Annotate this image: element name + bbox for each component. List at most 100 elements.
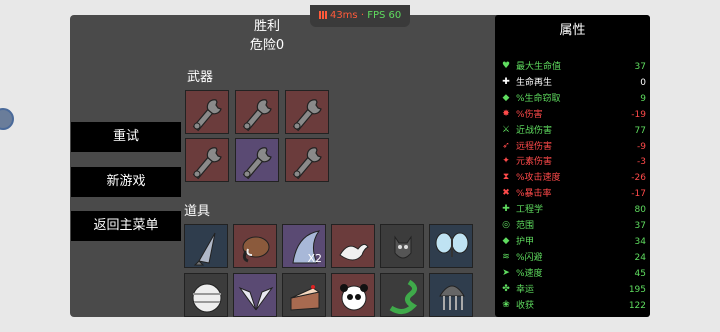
- stat-row: ⚔ 近战伤害 77: [501, 124, 646, 138]
- item-slot[interactable]: [331, 224, 375, 268]
- wrench-icon: [192, 147, 222, 180]
- ranged-icon: ➶: [502, 140, 510, 151]
- stat-value: 195: [628, 284, 646, 295]
- stat-name: %暴击率: [516, 189, 552, 200]
- item-slot[interactable]: [429, 273, 473, 317]
- wrench-icon: [242, 147, 272, 180]
- weapon-slot[interactable]: [185, 90, 229, 134]
- wings-icon: [238, 286, 274, 311]
- item-slot[interactable]: [380, 273, 424, 317]
- stat-name: 护甲: [516, 236, 535, 247]
- weapon-slot[interactable]: [285, 90, 329, 134]
- heart-icon: ♥: [501, 61, 511, 71]
- stat-value: 37: [634, 221, 646, 231]
- elemental-icon: ✦: [502, 156, 510, 167]
- melee-icon: ⚔: [501, 124, 511, 135]
- cake-icon: [290, 285, 321, 311]
- stat-name: %闪避: [516, 252, 543, 263]
- stat-name: 收获: [516, 300, 535, 311]
- stat-name: %伤害: [516, 109, 543, 120]
- range-icon: ◎: [502, 220, 510, 230]
- stat-value: 34: [634, 236, 646, 247]
- stat-row: ✤ 幸运 195: [501, 283, 646, 297]
- stat-row: ⧗ %攻击速度 -26: [501, 171, 646, 185]
- stat-row: ✚ 工程学 80: [501, 203, 646, 217]
- lifesteal-icon: ◆: [502, 92, 510, 103]
- wrench-icon: [242, 99, 272, 132]
- crit-icon: ✖: [502, 188, 510, 199]
- item-slot[interactable]: [282, 273, 326, 317]
- item-slot[interactable]: [380, 224, 424, 268]
- stat-name: 最大生命值: [516, 62, 562, 72]
- weapon-slot[interactable]: [235, 138, 279, 182]
- rocket-icon: [193, 232, 216, 266]
- stat-row: ✖ %暴击率 -17: [501, 187, 646, 201]
- wrench-icon: [292, 99, 322, 132]
- stat-row: ➶ 远程伤害 -9: [501, 140, 646, 154]
- stat-value: 0: [640, 77, 646, 88]
- weapon-slot[interactable]: [185, 138, 229, 182]
- luck-icon: ✤: [502, 283, 510, 294]
- stat-row: ❀ 收获 122: [501, 299, 646, 313]
- stat-name: 近战伤害: [516, 125, 553, 136]
- stat-row: ✚ 生命再生 0: [501, 76, 646, 90]
- stat-row: ✸ %伤害 -19: [501, 108, 646, 122]
- stat-name: 工程学: [516, 205, 544, 216]
- stat-row: ♥ 最大生命值 37: [501, 60, 646, 74]
- cat-icon: [394, 235, 412, 259]
- fps-text: FPS 60: [367, 10, 402, 21]
- item-slot[interactable]: X2: [282, 224, 326, 268]
- weapon-slot[interactable]: [235, 90, 279, 134]
- perf-separator: ·: [357, 10, 368, 21]
- main-menu-button[interactable]: 返回主菜单: [71, 211, 181, 241]
- regen-icon: ✚: [502, 76, 510, 87]
- stat-value: 9: [640, 93, 646, 104]
- stat-row: ◆ 护甲 34: [501, 235, 646, 249]
- stat-value: -3: [637, 157, 646, 168]
- weapon-slot[interactable]: [285, 138, 329, 182]
- stat-row: ✦ 元素伤害 -3: [501, 155, 646, 169]
- item-slot[interactable]: [233, 224, 277, 268]
- stat-value: -9: [637, 141, 646, 152]
- armor-icon: ◆: [502, 235, 510, 246]
- item-slot[interactable]: [233, 273, 277, 317]
- damage-icon: ✸: [502, 108, 510, 119]
- stat-value: -19: [631, 109, 646, 120]
- retry-button[interactable]: 重试: [71, 122, 181, 152]
- speed-icon: ➤: [502, 267, 510, 278]
- stat-name: 幸运: [516, 284, 535, 295]
- mammoth-icon: [242, 236, 270, 263]
- stat-value: -17: [631, 189, 646, 200]
- stat-name: %生命窃取: [516, 93, 561, 104]
- stat-name: 范围: [516, 221, 535, 231]
- item-slot[interactable]: [184, 224, 228, 268]
- butterfly-icon: [435, 232, 469, 257]
- item-slot[interactable]: [331, 273, 375, 317]
- attack-speed-icon: ⧗: [502, 172, 510, 183]
- stat-value: 122: [628, 300, 646, 311]
- stat-name: %攻击速度: [516, 173, 561, 184]
- new-game-button[interactable]: 新游戏: [71, 167, 181, 197]
- wrench-icon: [192, 99, 222, 132]
- stat-row: ◆ %生命窃取 9: [501, 92, 646, 106]
- items-label: 道具: [184, 204, 211, 219]
- item-slot[interactable]: [429, 224, 473, 268]
- stat-row: ➤ %速度 45: [501, 267, 646, 281]
- engineering-icon: ✚: [502, 204, 510, 215]
- wrench-icon: [292, 147, 322, 180]
- stat-name: 生命再生: [516, 77, 553, 88]
- harvest-icon: ❀: [502, 299, 510, 310]
- item-quantity: X2: [307, 252, 322, 265]
- mummy-head-icon: [192, 283, 222, 313]
- stat-row: ◎ 范围 37: [501, 219, 646, 233]
- stat-value: 37: [634, 62, 646, 72]
- weapons-label: 武器: [187, 70, 214, 85]
- dodge-icon: ≋: [502, 251, 510, 262]
- stat-row: ≋ %闪避 24: [501, 251, 646, 265]
- stats-panel: 属性 ♥ 最大生命值 37 ✚ 生命再生 0 ◆ %生命窃取 9 ✸ %伤害 -19 ⚔ 近战伤害 77 ➶ 远…: [495, 15, 650, 317]
- panda-icon: [340, 284, 368, 311]
- item-slot[interactable]: [184, 273, 228, 317]
- stats-title: 属性: [559, 23, 586, 38]
- latency-text: 43ms: [329, 10, 358, 21]
- side-handle[interactable]: [0, 108, 14, 130]
